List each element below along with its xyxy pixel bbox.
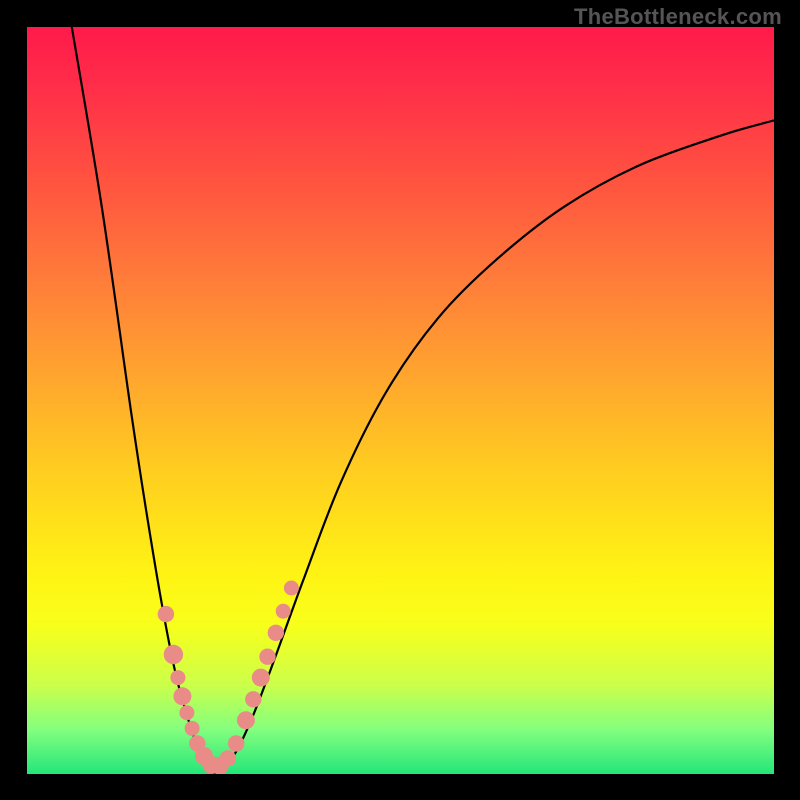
data-marker — [237, 711, 255, 729]
data-marker — [259, 649, 275, 665]
curve-layer — [27, 27, 774, 774]
chart-frame: TheBottleneck.com — [0, 0, 800, 800]
data-marker — [228, 735, 244, 751]
plot-area — [27, 27, 774, 774]
data-marker — [220, 750, 236, 766]
data-marker — [252, 669, 270, 687]
marker-group — [158, 581, 299, 775]
data-marker — [185, 721, 200, 736]
data-marker — [179, 705, 194, 720]
data-marker — [284, 581, 299, 596]
data-marker — [170, 670, 185, 685]
data-marker — [164, 645, 183, 664]
watermark-text: TheBottleneck.com — [574, 4, 782, 30]
data-marker — [276, 604, 291, 619]
data-marker — [268, 625, 284, 641]
data-marker — [173, 687, 191, 705]
data-marker — [245, 691, 261, 707]
data-marker — [158, 606, 174, 622]
